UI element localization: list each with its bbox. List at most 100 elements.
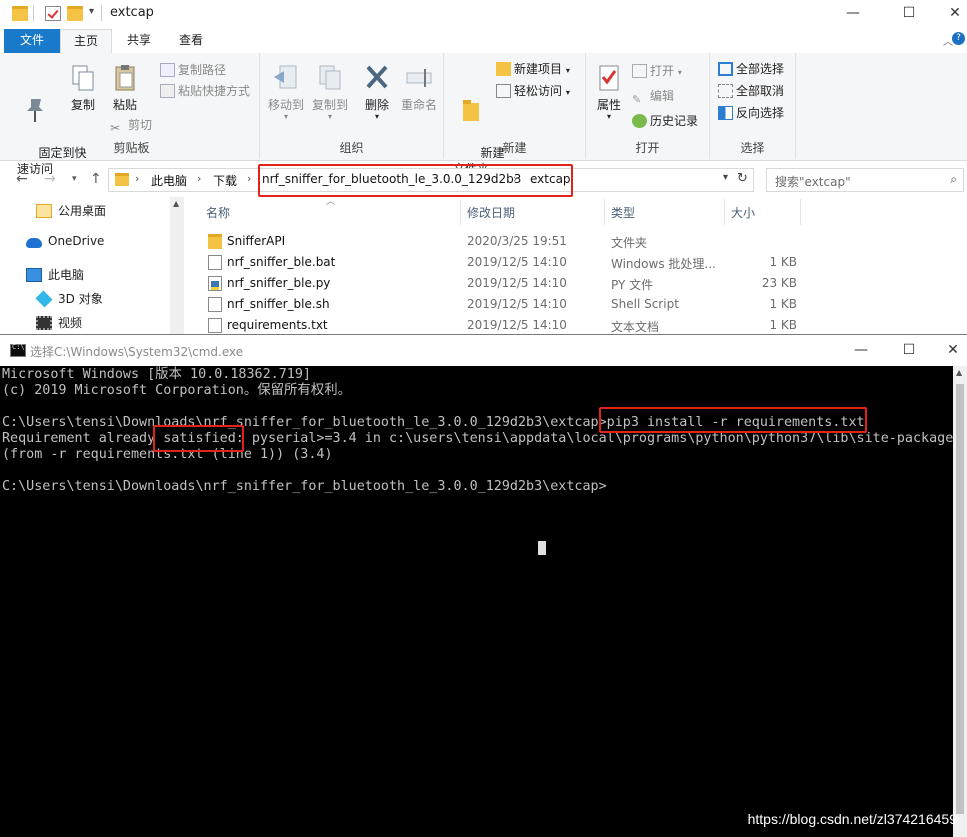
copy-path-icon — [160, 63, 175, 77]
nav-item-this-pc[interactable]: 此电脑 — [26, 266, 84, 283]
history-button[interactable]: 历史记录 — [632, 112, 698, 130]
file-size: 23 KB — [761, 276, 797, 290]
edit-button[interactable]: ✎ 编辑 — [632, 87, 674, 106]
tab-view[interactable]: 查看 — [166, 29, 216, 53]
refresh-icon[interactable]: ↻ — [737, 171, 748, 186]
breadcrumb-this-pc[interactable]: 此电脑 — [151, 172, 187, 189]
command-highlight-box — [599, 407, 867, 433]
paste-button[interactable]: 粘贴 — [108, 63, 142, 113]
column-header-type[interactable]: 类型 — [611, 204, 635, 221]
copy-to-button[interactable]: 复制到 ▾ — [308, 63, 352, 121]
column-divider[interactable] — [800, 199, 801, 225]
minimize-button[interactable]: — — [838, 337, 884, 365]
invert-selection-label: 反向选择 — [736, 106, 785, 120]
properties-icon[interactable] — [45, 6, 61, 21]
address-highlight-box — [258, 164, 573, 197]
computer-icon — [26, 268, 42, 282]
new-folder-icon[interactable] — [67, 6, 83, 21]
pencil-icon: ✎ — [632, 93, 642, 106]
file-row[interactable]: nrf_sniffer_ble.bat 2019/12/5 14:10 Wind… — [186, 252, 967, 273]
move-to-button[interactable]: 移动到 ▾ — [264, 63, 308, 121]
new-item-button[interactable]: 新建项目 ▾ — [496, 60, 570, 78]
copy-path-button[interactable]: 复制路径 — [160, 61, 226, 79]
delete-button[interactable]: 删除 ▾ — [360, 63, 394, 121]
properties-button[interactable]: 属性 ▾ — [592, 63, 626, 121]
nav-item-3d-objects[interactable]: 3D 对象 — [35, 290, 103, 308]
file-name: requirements.txt — [227, 318, 328, 332]
copy-button[interactable]: 复制 — [66, 63, 100, 113]
cmd-scrollbar[interactable]: ▲ — [953, 366, 967, 837]
breadcrumb-downloads[interactable]: 下载 — [213, 172, 237, 189]
minimize-button[interactable]: — — [830, 0, 876, 28]
file-row[interactable]: requirements.txt 2019/12/5 14:10 文本文档 1 … — [186, 315, 967, 336]
chevron-down-icon: ▾ — [327, 112, 332, 121]
folder-icon — [36, 204, 52, 218]
file-size: 1 KB — [769, 318, 797, 332]
nav-item-onedrive[interactable]: OneDrive — [26, 234, 104, 248]
copy-label: 复制 — [70, 98, 95, 112]
file-date: 2019/12/5 14:10 — [467, 297, 567, 311]
copy-to-icon — [319, 65, 341, 90]
file-row[interactable]: SnifferAPI 2020/3/25 19:51 文件夹 — [186, 231, 967, 252]
file-row[interactable]: nrf_sniffer_ble.sh 2019/12/5 14:10 Shell… — [186, 294, 967, 315]
organize-group-label: 组织 — [339, 141, 364, 155]
new-group-label: 新建 — [502, 141, 527, 155]
explorer-title-bar: ▾ extcap — ☐ ✕ — [0, 0, 967, 28]
up-arrow-icon[interactable]: ↑ — [90, 171, 102, 187]
cut-button[interactable]: ✂ 剪切 — [110, 116, 152, 135]
move-to-icon — [274, 65, 297, 89]
close-button[interactable]: ✕ — [932, 0, 967, 28]
breadcrumb-separator: › — [197, 172, 202, 185]
column-header-date[interactable]: 修改日期 — [467, 204, 515, 221]
chevron-down-icon: ▾ — [606, 112, 611, 121]
select-none-button[interactable]: 全部取消 — [718, 82, 784, 100]
open-button[interactable]: 打开 ▾ — [632, 62, 682, 80]
column-divider[interactable] — [460, 199, 461, 225]
tab-file[interactable]: 文件 — [4, 29, 60, 53]
column-header-name[interactable]: 名称 — [206, 204, 230, 221]
file-name: nrf_sniffer_ble.bat — [227, 255, 336, 269]
console-line: Requirement already satisfied: pyserial>… — [2, 431, 962, 446]
nav-item-public-desktop[interactable]: 公用桌面 — [36, 202, 106, 219]
paste-label: 粘贴 — [112, 98, 137, 112]
properties-icon — [599, 65, 619, 91]
column-divider[interactable] — [604, 199, 605, 225]
maximize-button[interactable]: ☐ — [886, 337, 932, 365]
easy-access-button[interactable]: 轻松访问 ▾ — [496, 82, 570, 100]
recent-locations-chevron-icon[interactable]: ▾ — [72, 174, 77, 184]
new-folder-icon — [463, 100, 479, 121]
satisfied-highlight-box — [153, 425, 244, 452]
select-all-label: 全部选择 — [736, 62, 785, 76]
invert-selection-button[interactable]: 反向选择 — [718, 104, 784, 122]
nav-item-videos[interactable]: 视频 — [36, 314, 82, 331]
file-name: nrf_sniffer_ble.py — [227, 276, 331, 290]
scrollbar-thumb[interactable] — [956, 384, 964, 814]
cube-icon — [35, 290, 53, 308]
forward-arrow-icon[interactable]: → — [44, 171, 56, 187]
back-arrow-icon[interactable]: ← — [16, 171, 28, 187]
column-divider[interactable] — [724, 199, 725, 225]
scroll-up-icon[interactable]: ▲ — [173, 199, 179, 208]
help-icon[interactable]: ? — [952, 32, 965, 45]
select-all-button[interactable]: 全部选择 — [718, 60, 784, 78]
address-history-chevron-icon[interactable]: ▾ — [723, 172, 728, 183]
nav-scrollbar[interactable]: ▲ — [170, 197, 184, 336]
paste-shortcut-button[interactable]: 粘贴快捷方式 — [160, 82, 250, 100]
customize-quick-access-icon[interactable]: ▾ — [89, 6, 94, 17]
search-icon[interactable]: ⌕ — [950, 172, 957, 187]
close-button[interactable]: ✕ — [930, 337, 967, 365]
file-row[interactable]: nrf_sniffer_ble.py 2019/12/5 14:10 PY 文件… — [186, 273, 967, 294]
paste-icon — [115, 65, 135, 91]
console-output[interactable]: Microsoft Windows [版本 10.0.18362.719] (c… — [0, 366, 961, 837]
rename-button[interactable]: 重命名 — [398, 63, 440, 113]
maximize-button[interactable]: ☐ — [886, 0, 932, 28]
search-box[interactable]: 搜索"extcap" ⌕ — [766, 168, 964, 192]
column-header-size[interactable]: 大小 — [731, 204, 755, 221]
delete-label: 删除 — [364, 98, 389, 112]
tab-home[interactable]: 主页 — [60, 29, 112, 53]
file-date: 2019/12/5 14:10 — [467, 318, 567, 332]
tab-share[interactable]: 共享 — [114, 29, 164, 53]
organize-group: 移动到 ▾ 复制到 ▾ 删除 ▾ 重命名 组织 — [260, 53, 444, 159]
scroll-up-icon[interactable]: ▲ — [956, 368, 962, 377]
easy-access-icon — [496, 84, 511, 98]
